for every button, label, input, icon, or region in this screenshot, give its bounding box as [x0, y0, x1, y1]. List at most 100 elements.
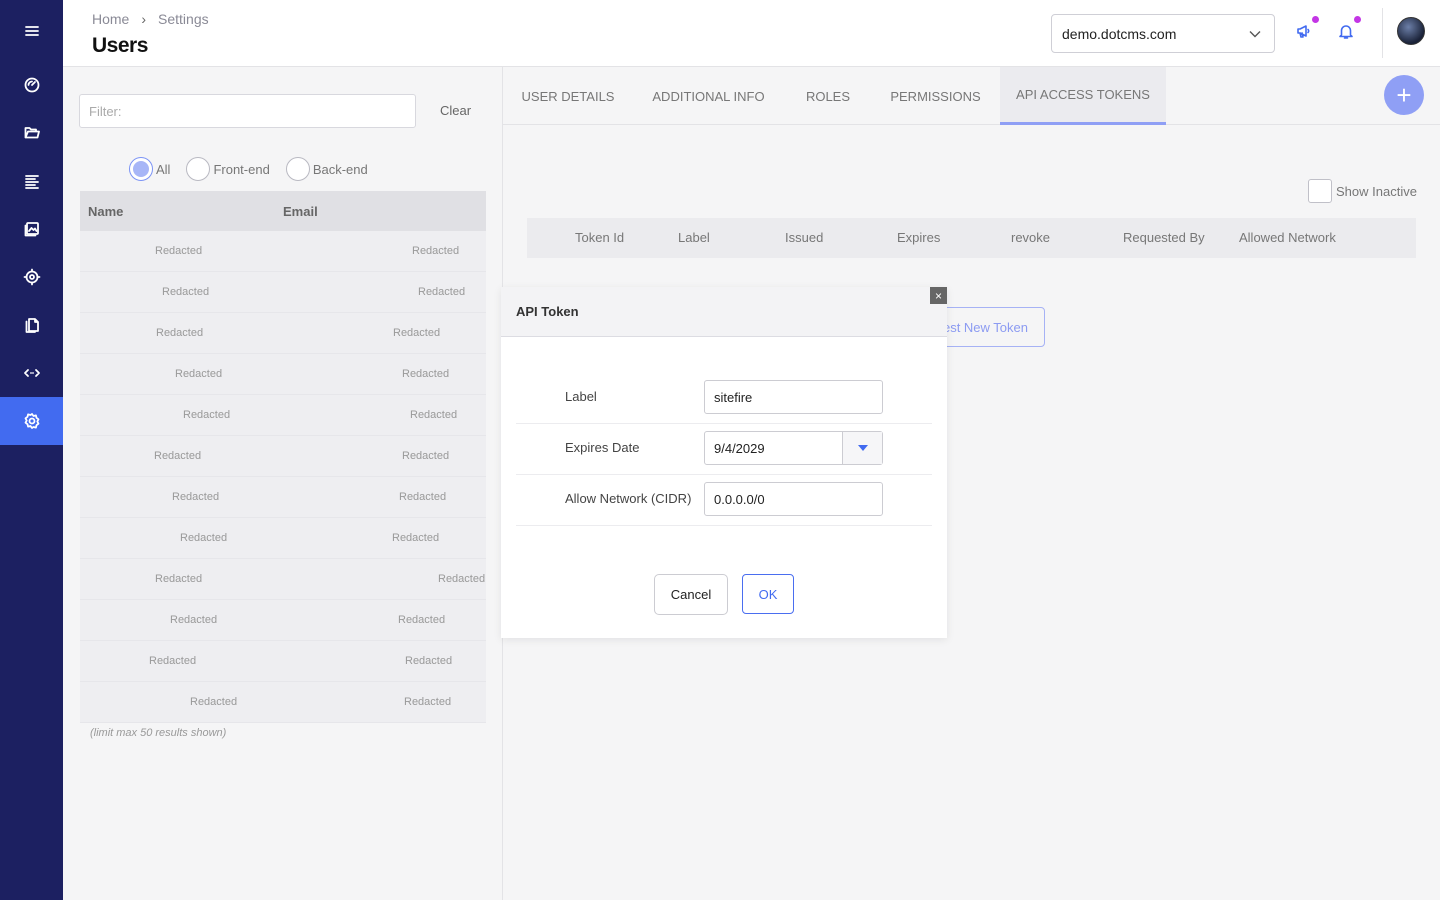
radio-front-end[interactable]: Front-end: [186, 157, 270, 181]
notification-dot: [1354, 16, 1361, 23]
radio-back-end[interactable]: Back-end: [285, 157, 368, 181]
table-row[interactable]: Redacted Redacted: [80, 272, 486, 313]
table-row[interactable]: Redacted Redacted: [80, 518, 486, 559]
tab-permissions[interactable]: PERMISSIONS: [872, 67, 999, 125]
menu-icon[interactable]: [0, 7, 63, 55]
cell-name: Redacted: [154, 450, 202, 462]
users-table: Name Email Redacted Redacted Redacted Reda…: [80, 191, 486, 723]
tab-additional-info[interactable]: ADDITIONAL INFO: [633, 67, 784, 125]
radio-circle[interactable]: [186, 157, 211, 181]
dev-tools-icon[interactable]: [0, 349, 63, 397]
column-header-expires: Expires: [897, 230, 941, 245]
dashboard-icon[interactable]: [0, 61, 63, 109]
column-header-revoke: revoke: [1011, 230, 1051, 245]
dialog-header: API Token: [501, 287, 947, 337]
cell-email: Redacted: [392, 532, 440, 544]
close-icon[interactable]: ×: [930, 287, 947, 304]
column-header-allowed-network: Allowed Network: [1239, 230, 1336, 245]
column-header-email: Email: [283, 203, 318, 219]
column-header-name: Name: [88, 203, 124, 219]
network-cidr-input[interactable]: 0.0.0.0/0: [704, 482, 883, 516]
table-row[interactable]: Redacted Redacted: [80, 436, 486, 477]
tab-api-access-tokens[interactable]: API ACCESS TOKENS: [1000, 67, 1166, 125]
api-token-dialog: API Token × Label sitefire Expires Date …: [501, 287, 947, 638]
radio-label: Front-end: [213, 161, 270, 177]
caret-down-icon[interactable]: [842, 432, 882, 464]
breadcrumb-home[interactable]: Home: [92, 11, 129, 27]
request-new-token-label: est New Token: [942, 319, 1028, 335]
network-field-label: Allow Network (CIDR): [565, 491, 692, 506]
documents-icon[interactable]: [0, 301, 63, 349]
sidebar: [0, 0, 63, 900]
cell-name: Redacted: [190, 696, 238, 708]
clear-button[interactable]: Clear: [440, 103, 471, 118]
table-row[interactable]: Redacted Redacted: [80, 354, 486, 395]
form-row-expires: Expires Date 9/4/2029: [516, 424, 932, 475]
cell-email: Redacted: [418, 286, 466, 298]
users-list-panel: Filter: Clear All Front-end Back-end Nam…: [63, 67, 503, 900]
column-header-token-id: Token Id: [575, 230, 625, 245]
column-header-issued: Issued: [785, 230, 824, 245]
radio-circle[interactable]: [285, 157, 310, 181]
column-header-label: Label: [678, 230, 710, 245]
table-row[interactable]: Redacted Redacted: [80, 600, 486, 641]
cell-name: Redacted: [170, 614, 218, 626]
breadcrumb: Home › Settings: [92, 11, 209, 27]
cell-email: Redacted: [393, 327, 441, 339]
table-row[interactable]: Redacted Redacted: [80, 231, 486, 272]
add-button[interactable]: +: [1384, 75, 1424, 115]
cell-email: Redacted: [398, 614, 446, 626]
filter-placeholder: Filter:: [89, 103, 122, 119]
tab-roles[interactable]: ROLES: [784, 67, 872, 125]
cell-name: Redacted: [155, 573, 203, 585]
show-inactive-checkbox[interactable]: Show Inactive: [1308, 179, 1417, 203]
expires-field-label: Expires Date: [565, 440, 640, 455]
radio-circle[interactable]: [129, 157, 153, 181]
notifications-bell-icon[interactable]: [1337, 16, 1361, 42]
checkbox-box[interactable]: [1308, 179, 1332, 203]
users-table-header: Name Email: [80, 191, 486, 231]
cell-email: Redacted: [402, 368, 450, 380]
label-input-value: sitefire: [714, 389, 753, 405]
site-selector[interactable]: demo.dotcms.com: [1051, 14, 1275, 53]
results-limit-note: (limit max 50 results shown): [90, 727, 227, 739]
content-icon[interactable]: [0, 157, 63, 205]
table-row[interactable]: Redacted Redacted: [80, 641, 486, 682]
table-row[interactable]: Redacted Redacted: [80, 395, 486, 436]
marketing-icon[interactable]: [0, 253, 63, 301]
avatar[interactable]: [1397, 17, 1425, 45]
notification-dot: [1312, 16, 1319, 23]
table-row[interactable]: Redacted Redacted: [80, 559, 486, 600]
breadcrumb-current[interactable]: Settings: [158, 11, 209, 27]
expires-date-picker[interactable]: 9/4/2029: [704, 431, 883, 465]
cell-name: Redacted: [156, 327, 204, 339]
cell-email: Redacted: [410, 409, 458, 421]
label-input[interactable]: sitefire: [704, 380, 883, 414]
settings-icon[interactable]: [0, 397, 63, 445]
cell-name: Redacted: [175, 368, 223, 380]
announcements-icon[interactable]: [1295, 16, 1319, 42]
folder-icon[interactable]: [0, 109, 63, 157]
dialog-title: API Token: [516, 304, 579, 319]
table-row[interactable]: Redacted Redacted: [80, 682, 486, 723]
cell-email: Redacted: [412, 245, 460, 257]
radio-label: All: [156, 161, 171, 177]
user-type-radios: All Front-end Back-end: [129, 157, 368, 181]
show-inactive-label: Show Inactive: [1336, 183, 1417, 199]
table-row[interactable]: Redacted Redacted: [80, 477, 486, 518]
cell-name: Redacted: [172, 491, 220, 503]
filter-input[interactable]: Filter:: [79, 94, 416, 128]
table-row[interactable]: Redacted Redacted: [80, 313, 486, 354]
media-icon[interactable]: [0, 205, 63, 253]
expires-date-value[interactable]: 9/4/2029: [705, 432, 842, 464]
radio-all[interactable]: All: [129, 157, 170, 181]
cell-name: Redacted: [183, 409, 231, 421]
top-header: Home › Settings Users demo.dotcms.com: [63, 0, 1440, 67]
ok-button[interactable]: OK: [742, 574, 794, 614]
tab-bar: USER DETAILS ADDITIONAL INFO ROLES PERMI…: [503, 67, 1440, 125]
tab-user-details[interactable]: USER DETAILS: [503, 67, 633, 125]
page-title: Users: [92, 34, 148, 57]
cancel-button[interactable]: Cancel: [654, 574, 728, 615]
network-cidr-value: 0.0.0.0/0: [714, 491, 765, 507]
cell-email: Redacted: [399, 491, 447, 503]
